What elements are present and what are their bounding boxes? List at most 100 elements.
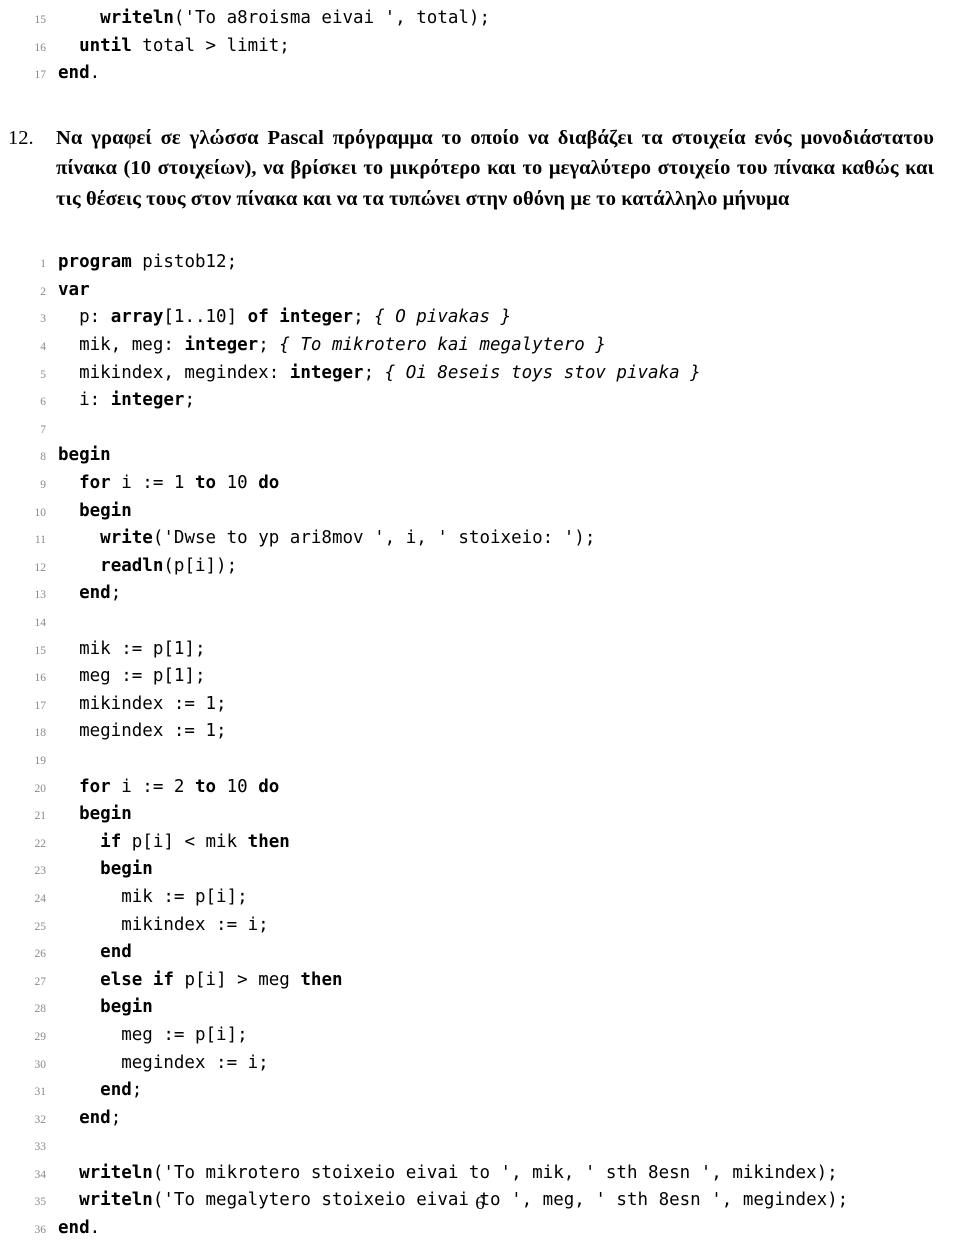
code-line-row: 30 megindex := i; — [0, 1051, 960, 1079]
code-token-pl: ; — [110, 1107, 122, 1128]
code-line-row: 29 meg := p[i]; — [0, 1023, 960, 1051]
code-line: megindex := i; — [58, 1051, 960, 1079]
code-line-text: i: integer; — [58, 388, 960, 414]
code-token-kw: integer — [110, 390, 185, 411]
code-listing-body: 15 writeln('To a8roisma eivai ', total);… — [0, 6, 960, 89]
code-line-row: 26 end — [0, 940, 960, 968]
code-line-row: 15 writeln('To a8roisma eivai ', total); — [0, 6, 960, 34]
code-line — [58, 747, 960, 775]
code-line-text: end; — [58, 1078, 960, 1104]
document-page: 15 writeln('To a8roisma eivai ', total);… — [0, 6, 960, 1238]
line-number: 16 — [34, 672, 47, 685]
code-line-row: 14 — [0, 609, 960, 637]
code-line-text: if p[i] < mik then — [58, 830, 960, 856]
code-line-row: 24 mik := p[i]; — [0, 885, 960, 913]
code-line-row: 27 else if p[i] > meg then — [0, 968, 960, 996]
code-token-kw: until — [79, 35, 132, 56]
code-token-pl: ('To mikrotero stoixeio eivai to ', mik,… — [152, 1162, 838, 1183]
code-token-kw: begin — [79, 500, 132, 521]
code-line-text: mikindex := 1; — [58, 692, 960, 718]
line-number: 31 — [34, 1086, 47, 1099]
code-line — [58, 1133, 960, 1161]
code-line: program pistob12; — [58, 250, 960, 278]
code-line: write('Dwse to yp ari8mov ', i, ' stoixe… — [58, 526, 960, 554]
code-token-pl: p[i] > meg — [173, 969, 301, 990]
line-number: 10 — [34, 506, 47, 519]
code-token-kw: end — [100, 1080, 132, 1101]
code-line: end. — [58, 1216, 960, 1244]
line-number: 20 — [34, 782, 47, 795]
line-number: 24 — [34, 892, 47, 905]
code-line: p: array[1..10] of integer; { O pivakas … — [58, 305, 960, 333]
code-token-pl: total > limit; — [131, 35, 290, 56]
line-number: 30 — [34, 1058, 47, 1071]
code-line: until total > limit; — [58, 34, 960, 62]
code-line: end — [58, 940, 960, 968]
page-number: 6 — [475, 1193, 485, 1214]
line-number: 19 — [34, 754, 47, 767]
code-token-kw: end — [100, 942, 132, 963]
code-token-kw: then — [300, 969, 343, 990]
code-line: mik := p[1]; — [58, 637, 960, 665]
code-token-kw: array — [110, 307, 164, 328]
code-token-pl: p: — [58, 307, 111, 328]
code-token-kw: writeln — [79, 1162, 153, 1183]
code-token-kw: of — [247, 307, 269, 328]
code-line-text: readln(p[i]); — [58, 554, 960, 580]
code-line-row: 16 meg := p[1]; — [0, 664, 960, 692]
code-line-row: 3 p: array[1..10] of integer; { O pivaka… — [0, 305, 960, 333]
code-token-pl: (p[i]); — [163, 555, 238, 576]
code-line: if p[i] < mik then — [58, 830, 960, 858]
line-number: 1 — [40, 258, 46, 271]
code-line-text: megindex := 1; — [58, 719, 960, 745]
code-line: writeln('To mikrotero stoixeio eivai to … — [58, 1161, 960, 1189]
code-line-row: 5 mikindex, megindex: integer; { Oi 8ese… — [0, 361, 960, 389]
code-token-pl: i: — [58, 390, 111, 411]
code-line-row: 32 end; — [0, 1106, 960, 1134]
code-line: meg := p[1]; — [58, 664, 960, 692]
line-number: 33 — [34, 1141, 47, 1154]
line-number: 17 — [34, 69, 47, 82]
code-line: begin — [58, 443, 960, 471]
code-token-kw: to — [194, 473, 217, 494]
code-line: begin — [58, 499, 960, 527]
code-token-pl: ; — [184, 390, 195, 411]
code-token-pl: 10 — [216, 776, 259, 797]
line-number: 13 — [34, 589, 47, 602]
code-line: end. — [58, 61, 960, 89]
code-line-row: 11 write('Dwse to yp ari8mov ', i, ' sto… — [0, 526, 960, 554]
code-token-pl: meg := p[1]; — [58, 666, 206, 687]
code-line-row: 7 — [0, 416, 960, 444]
code-line-text: until total > limit; — [58, 34, 960, 60]
code-line-text: mik := p[1]; — [58, 637, 960, 663]
code-token-pl: . — [89, 1218, 101, 1239]
line-number: 17 — [34, 699, 47, 712]
code-token-kw: do — [258, 473, 280, 494]
code-token-kw: integer — [184, 335, 259, 356]
code-line-text: begin — [58, 857, 960, 883]
line-number: 14 — [34, 617, 47, 629]
code-token-pl: p[i] < mik — [121, 831, 248, 852]
code-line: begin — [58, 995, 960, 1023]
code-line-text: meg := p[1]; — [58, 664, 960, 690]
code-line-text: begin — [58, 802, 960, 828]
code-token-kw: else — [100, 969, 143, 990]
code-line-text: else if p[i] > meg then — [58, 968, 960, 994]
code-line-row: 20 for i := 2 to 10 do — [0, 775, 960, 803]
code-token-pl: ; — [363, 362, 385, 383]
line-number: 26 — [34, 948, 47, 961]
code-token-kw: end — [58, 63, 90, 84]
code-token-kw: do — [258, 776, 280, 797]
line-number: 27 — [34, 975, 47, 988]
line-number: 21 — [34, 810, 47, 823]
code-token-kw: end — [79, 583, 111, 604]
code-line-row: 15 mik := p[1]; — [0, 637, 960, 665]
